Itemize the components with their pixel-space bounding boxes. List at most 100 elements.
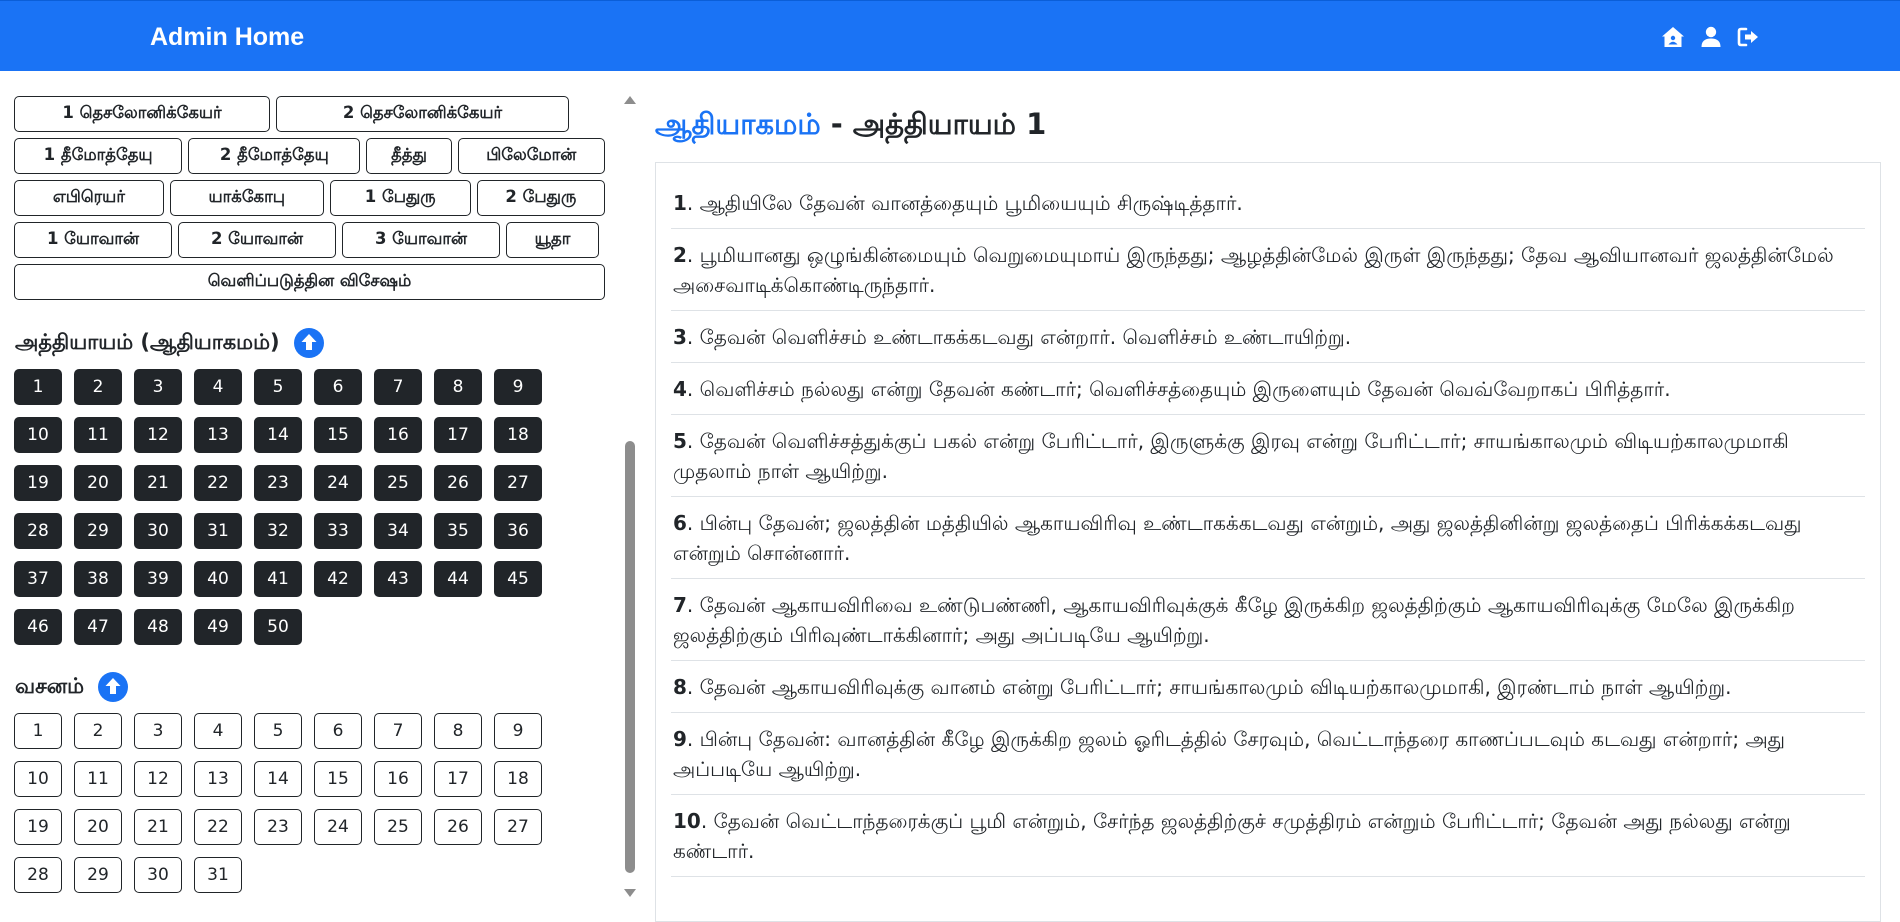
chapter-button-10[interactable]: 10 <box>14 417 62 453</box>
chapter-button-19[interactable]: 19 <box>14 465 62 501</box>
verse-button-14[interactable]: 14 <box>254 761 302 797</box>
chapter-button-12[interactable]: 12 <box>134 417 182 453</box>
verse-button-6[interactable]: 6 <box>314 713 362 749</box>
chapter-button-40[interactable]: 40 <box>194 561 242 597</box>
verse-button-20[interactable]: 20 <box>74 809 122 845</box>
chapter-button-45[interactable]: 45 <box>494 561 542 597</box>
chapter-button-50[interactable]: 50 <box>254 609 302 645</box>
verse-button-29[interactable]: 29 <box>74 857 122 893</box>
chapter-button-23[interactable]: 23 <box>254 465 302 501</box>
home-icon[interactable] <box>1661 26 1685 48</box>
book-button-1-peter[interactable]: 1 பேதுரு <box>329 180 471 216</box>
chapter-button-3[interactable]: 3 <box>134 369 182 405</box>
verse-button-8[interactable]: 8 <box>434 713 482 749</box>
chapter-button-15[interactable]: 15 <box>314 417 362 453</box>
verse-button-1[interactable]: 1 <box>14 713 62 749</box>
chapter-button-11[interactable]: 11 <box>74 417 122 453</box>
chapter-button-34[interactable]: 34 <box>374 513 422 549</box>
chapter-button-43[interactable]: 43 <box>374 561 422 597</box>
chapter-button-29[interactable]: 29 <box>74 513 122 549</box>
book-button-jude[interactable]: யூதா <box>506 222 599 258</box>
chapter-button-13[interactable]: 13 <box>194 417 242 453</box>
chapter-button-5[interactable]: 5 <box>254 369 302 405</box>
chapter-button-30[interactable]: 30 <box>134 513 182 549</box>
verse-button-26[interactable]: 26 <box>434 809 482 845</box>
chapter-button-32[interactable]: 32 <box>254 513 302 549</box>
verse-button-4[interactable]: 4 <box>194 713 242 749</box>
verse-button-15[interactable]: 15 <box>314 761 362 797</box>
scroll-up-icon[interactable] <box>293 328 324 358</box>
verse-button-3[interactable]: 3 <box>134 713 182 749</box>
chapter-button-39[interactable]: 39 <box>134 561 182 597</box>
book-button-revelation[interactable]: வெளிப்படுத்தின விசேஷம் <box>14 264 605 300</box>
verse-button-27[interactable]: 27 <box>494 809 542 845</box>
chapter-button-42[interactable]: 42 <box>314 561 362 597</box>
left-panel-scrollbar[interactable] <box>620 92 638 907</box>
book-button-3-john[interactable]: 3 யோவான் <box>342 222 500 258</box>
chapter-button-22[interactable]: 22 <box>194 465 242 501</box>
verse-button-12[interactable]: 12 <box>134 761 182 797</box>
brand-admin-home[interactable]: Admin Home <box>150 23 304 52</box>
verse-button-24[interactable]: 24 <box>314 809 362 845</box>
verse-button-25[interactable]: 25 <box>374 809 422 845</box>
verse-button-17[interactable]: 17 <box>434 761 482 797</box>
chapter-button-4[interactable]: 4 <box>194 369 242 405</box>
chapter-button-7[interactable]: 7 <box>374 369 422 405</box>
scroll-arrow-down-icon[interactable] <box>624 889 636 897</box>
scroll-arrow-up-icon[interactable] <box>624 96 636 104</box>
chapter-button-9[interactable]: 9 <box>494 369 542 405</box>
chapter-button-36[interactable]: 36 <box>494 513 542 549</box>
chapter-button-33[interactable]: 33 <box>314 513 362 549</box>
chapter-button-14[interactable]: 14 <box>254 417 302 453</box>
book-button-1-thessalonians[interactable]: 1 தெசலோனிக்கேயர் <box>14 96 270 132</box>
verse-button-18[interactable]: 18 <box>494 761 542 797</box>
chapter-button-46[interactable]: 46 <box>14 609 62 645</box>
book-button-2-timothy[interactable]: 2 தீமோத்தேயு <box>188 138 361 174</box>
verse-button-7[interactable]: 7 <box>374 713 422 749</box>
book-button-1-timothy[interactable]: 1 தீமோத்தேயு <box>14 138 183 174</box>
book-button-2-john[interactable]: 2 யோவான் <box>178 222 336 258</box>
verse-button-10[interactable]: 10 <box>14 761 62 797</box>
chapter-button-31[interactable]: 31 <box>194 513 242 549</box>
chapter-button-6[interactable]: 6 <box>314 369 362 405</box>
chapter-button-24[interactable]: 24 <box>314 465 362 501</box>
verse-button-31[interactable]: 31 <box>194 857 242 893</box>
book-button-james[interactable]: யாக்கோபு <box>169 180 324 216</box>
logout-icon[interactable] <box>1737 26 1761 48</box>
book-button-hebrews[interactable]: எபிரெயர் <box>14 180 164 216</box>
verse-button-22[interactable]: 22 <box>194 809 242 845</box>
book-button-1-john[interactable]: 1 யோவான் <box>14 222 172 258</box>
verse-button-21[interactable]: 21 <box>134 809 182 845</box>
verse-button-5[interactable]: 5 <box>254 713 302 749</box>
verse-button-9[interactable]: 9 <box>494 713 542 749</box>
verse-button-19[interactable]: 19 <box>14 809 62 845</box>
chapter-button-35[interactable]: 35 <box>434 513 482 549</box>
chapter-button-17[interactable]: 17 <box>434 417 482 453</box>
chapter-button-1[interactable]: 1 <box>14 369 62 405</box>
user-icon[interactable] <box>1699 26 1723 48</box>
verse-button-28[interactable]: 28 <box>14 857 62 893</box>
chapter-button-16[interactable]: 16 <box>374 417 422 453</box>
chapter-button-18[interactable]: 18 <box>494 417 542 453</box>
verse-button-23[interactable]: 23 <box>254 809 302 845</box>
scroll-up-icon[interactable] <box>98 672 128 702</box>
chapter-button-27[interactable]: 27 <box>494 465 542 501</box>
chapter-button-47[interactable]: 47 <box>74 609 122 645</box>
chapter-button-2[interactable]: 2 <box>74 369 122 405</box>
chapter-button-28[interactable]: 28 <box>14 513 62 549</box>
verse-button-2[interactable]: 2 <box>74 713 122 749</box>
chapter-button-37[interactable]: 37 <box>14 561 62 597</box>
scrollbar-thumb[interactable] <box>625 441 635 873</box>
chapter-button-38[interactable]: 38 <box>74 561 122 597</box>
chapter-button-21[interactable]: 21 <box>134 465 182 501</box>
book-button-philemon[interactable]: பிலேமோன் <box>457 138 605 174</box>
chapter-button-25[interactable]: 25 <box>374 465 422 501</box>
chapter-button-41[interactable]: 41 <box>254 561 302 597</box>
chapter-button-48[interactable]: 48 <box>134 609 182 645</box>
chapter-button-49[interactable]: 49 <box>194 609 242 645</box>
book-button-titus[interactable]: தீத்து <box>366 138 452 174</box>
chapter-button-8[interactable]: 8 <box>434 369 482 405</box>
book-title-link[interactable]: ஆதியாகமம் <box>655 107 821 141</box>
chapter-button-44[interactable]: 44 <box>434 561 482 597</box>
verse-button-16[interactable]: 16 <box>374 761 422 797</box>
